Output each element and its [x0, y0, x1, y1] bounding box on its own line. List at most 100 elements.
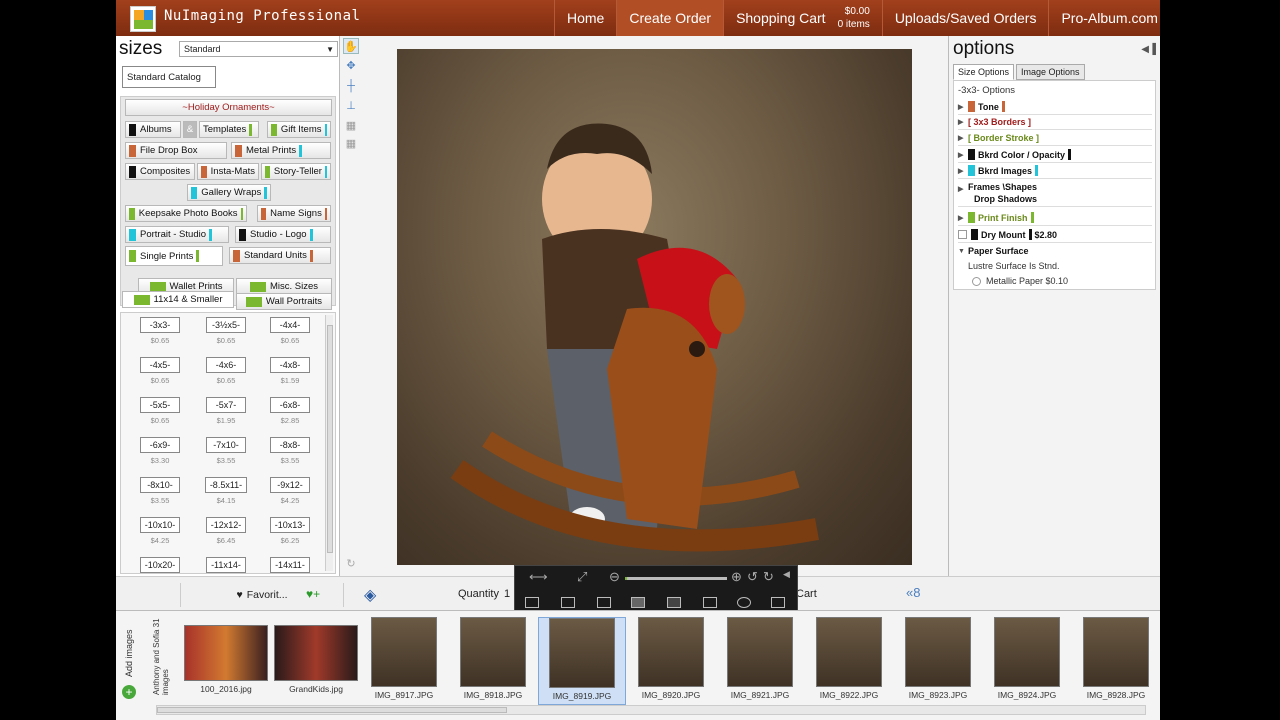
tab-size-options[interactable]: Size Options: [953, 64, 1015, 80]
hand-tool-icon[interactable]: ✋: [343, 38, 359, 54]
quantity-input[interactable]: 1: [504, 588, 510, 600]
film-thumb[interactable]: IMG_8921.JPG: [716, 617, 804, 705]
size-set-select[interactable]: Standard ▼: [179, 41, 338, 57]
size-button[interactable]: -4x4-: [270, 317, 310, 333]
option-frames-shapes[interactable]: ▶ Frames \Shapes Drop Shadows: [958, 181, 1152, 207]
option-borders[interactable]: ▶ [ 3x3 Borders ]: [958, 117, 1152, 130]
category-albums[interactable]: Albums: [125, 121, 181, 138]
option-bkrd-color[interactable]: ▶ Bkrd Color / Opacity: [958, 149, 1152, 163]
panel-icon[interactable]: [771, 597, 785, 608]
category-file-drop-box[interactable]: File Drop Box: [125, 142, 227, 159]
category-standard-units[interactable]: Standard Units: [229, 247, 331, 264]
nav-uploads-saved-orders[interactable]: Uploads/Saved Orders: [881, 0, 1049, 36]
size-button[interactable]: -4x6-: [206, 357, 246, 373]
size-grid-scrollbar[interactable]: [325, 315, 333, 571]
nav-pro-album[interactable]: Pro-Album.com: [1048, 0, 1160, 36]
size-button[interactable]: -12x12-: [205, 517, 247, 533]
size-button[interactable]: -10x10-: [139, 517, 181, 533]
anchor-icon[interactable]: ⊥: [343, 98, 359, 114]
zoom-out-icon[interactable]: ⊖: [609, 569, 620, 585]
category-studio-logo[interactable]: Studio - Logo: [235, 226, 331, 243]
dry-mount-checkbox[interactable]: [958, 230, 967, 239]
fit-screen-icon[interactable]: ⤢: [577, 569, 587, 585]
size-button[interactable]: -8.5x11-: [204, 477, 248, 493]
crosshair-icon[interactable]: ┼: [343, 78, 359, 94]
zoom-in-icon[interactable]: ⊕: [731, 569, 742, 585]
size-button[interactable]: -14x11-: [270, 557, 310, 573]
size-button[interactable]: -8x8-: [270, 437, 310, 453]
add-favorite-icon[interactable]: ♥+: [306, 587, 320, 601]
size-button[interactable]: -6x9-: [140, 437, 180, 453]
square-icon[interactable]: [597, 597, 611, 608]
nav-home[interactable]: Home: [554, 0, 616, 36]
category-portrait-studio[interactable]: Portrait - Studio: [125, 226, 229, 243]
category-insta-mats[interactable]: Insta-Mats: [197, 163, 259, 180]
tab-image-options[interactable]: Image Options: [1016, 64, 1085, 80]
size-button[interactable]: -4x5-: [140, 357, 180, 373]
add-images-label[interactable]: Add images: [124, 617, 138, 677]
border-icon[interactable]: [703, 597, 717, 608]
frame-stack-icon[interactable]: [561, 597, 575, 608]
size-button[interactable]: -7x10-: [206, 437, 246, 453]
grid-icon[interactable]: ▦: [343, 118, 359, 134]
size-button[interactable]: -3x3-: [140, 317, 180, 333]
zoom-slider[interactable]: [625, 577, 727, 580]
photo-canvas[interactable]: [397, 49, 912, 565]
layers-icon[interactable]: ◈: [364, 585, 376, 605]
metallic-paper-radio[interactable]: [972, 276, 981, 286]
metallic-paper-option[interactable]: Metallic Paper $0.10: [972, 276, 1068, 286]
scrollbar-thumb[interactable]: [157, 707, 507, 713]
nav-shopping-cart[interactable]: Shopping Cart $0.00 0 items: [723, 0, 882, 36]
nav-create-order[interactable]: Create Order: [616, 0, 724, 36]
size-button[interactable]: -6x8-: [270, 397, 310, 413]
standard-catalog-tab[interactable]: Standard Catalog: [122, 66, 216, 88]
option-dry-mount[interactable]: Dry Mount $2.80: [958, 229, 1152, 243]
film-thumb[interactable]: 100_2016.jpg: [182, 617, 270, 705]
film-strip-scrollbar[interactable]: [156, 705, 1146, 715]
category-story-teller[interactable]: Story-Teller: [261, 163, 331, 180]
scrollbar-thumb[interactable]: [327, 325, 333, 553]
size-button[interactable]: -8x10-: [140, 477, 180, 493]
add-to-cart-button[interactable]: Cart: [796, 588, 817, 600]
grid-small-icon[interactable]: ▦: [343, 136, 359, 152]
film-thumb[interactable]: GrandKids.jpg: [272, 617, 360, 705]
frame-icon[interactable]: [525, 597, 539, 608]
category-templates[interactable]: Templates: [199, 121, 259, 138]
category-single-prints[interactable]: Single Prints: [125, 246, 223, 266]
film-thumb[interactable]: IMG_8917.JPG: [360, 617, 448, 705]
size-button[interactable]: -3½x5-: [206, 317, 246, 333]
film-thumb[interactable]: IMG_8920.JPG: [627, 617, 715, 705]
arrow-left-icon[interactable]: ◀: [783, 569, 790, 580]
category-composites[interactable]: Composites: [125, 163, 195, 180]
size-button[interactable]: -11x14-: [206, 557, 246, 573]
fill-dark-icon[interactable]: [667, 597, 681, 608]
film-thumb[interactable]: IMG_8918.JPG: [449, 617, 537, 705]
shrink-icon[interactable]: «8: [906, 585, 920, 600]
category-gallery-wraps[interactable]: Gallery Wraps: [187, 184, 271, 201]
film-thumb-selected[interactable]: IMG_8919.JPG: [538, 617, 626, 705]
size-button[interactable]: -5x7-: [206, 397, 246, 413]
film-thumb[interactable]: IMG_8924.JPG: [983, 617, 1071, 705]
option-bkrd-images[interactable]: ▶ Bkrd Images: [958, 165, 1152, 179]
size-button[interactable]: -9x12-: [270, 477, 310, 493]
add-image-icon[interactable]: +: [122, 685, 136, 699]
fill-icon[interactable]: [631, 597, 645, 608]
collapse-panel-icon[interactable]: ◀▐: [1141, 44, 1156, 55]
rotate-right-icon[interactable]: ↻: [763, 569, 774, 585]
rotate-left-icon[interactable]: ↺: [747, 569, 758, 585]
category-metal-prints[interactable]: Metal Prints: [231, 142, 331, 159]
tab-11x14-smaller[interactable]: 11x14 & Smaller: [122, 291, 234, 308]
category-holiday-ornaments[interactable]: ~Holiday Ornaments~: [125, 99, 332, 116]
tab-wall-portraits[interactable]: Wall Portraits: [236, 293, 332, 310]
film-thumb[interactable]: IMG_8923.JPG: [894, 617, 982, 705]
rotate-icon[interactable]: ↻: [343, 556, 359, 572]
film-thumb[interactable]: IMG_8922.JPG: [805, 617, 893, 705]
circle-icon[interactable]: [737, 597, 751, 608]
option-border-stroke[interactable]: ▶ [ Border Stroke ]: [958, 133, 1152, 146]
size-button[interactable]: -4x8-: [270, 357, 310, 373]
option-paper-surface[interactable]: ▼ Paper Surface: [958, 246, 1152, 258]
option-tone[interactable]: ▶ Tone: [958, 101, 1152, 115]
fit-width-icon[interactable]: ⟷: [529, 569, 548, 585]
size-button[interactable]: -10x13-: [269, 517, 311, 533]
option-print-finish[interactable]: ▶ Print Finish: [958, 212, 1152, 226]
